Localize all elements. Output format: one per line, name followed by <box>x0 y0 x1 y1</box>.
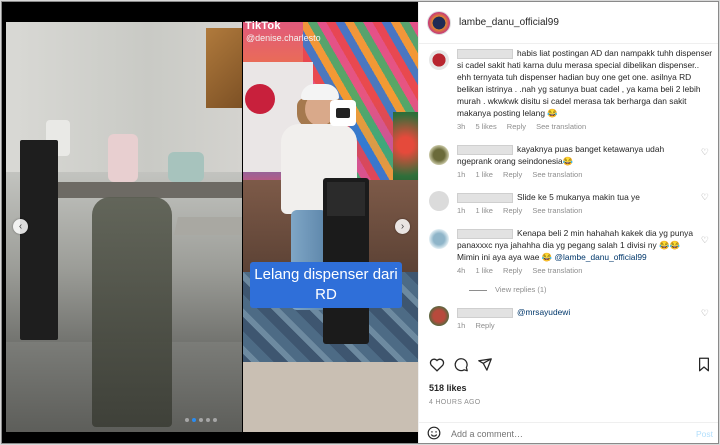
instagram-post-modal: TikTok @denise.charlesto Lelang dispense… <box>1 1 719 444</box>
comment-text: Slide ke 5 mukanya makin tua ye <box>517 192 640 202</box>
heart-icon[interactable]: ♡ <box>701 147 709 158</box>
avatar[interactable] <box>427 10 451 35</box>
comment-time: 4h <box>457 266 466 275</box>
reply-button[interactable]: Reply <box>507 122 526 131</box>
comment-likes[interactable]: 1 like <box>475 266 493 275</box>
comment-likes[interactable]: 1 like <box>475 170 493 179</box>
see-translation-button[interactable]: See translation <box>532 266 582 275</box>
carousel-prev-button[interactable]: ‹ <box>13 219 28 234</box>
add-comment-bar: Post <box>419 422 718 443</box>
commenter-username[interactable] <box>457 144 513 155</box>
commenter-avatar[interactable] <box>429 50 449 70</box>
see-translation-button[interactable]: See translation <box>536 122 586 131</box>
commenter-avatar[interactable] <box>429 229 449 249</box>
likes-count[interactable]: 518 likes <box>429 383 467 393</box>
kitchen-photo <box>6 22 242 432</box>
play-icon <box>330 100 356 126</box>
post-comment-button[interactable]: Post <box>696 429 713 439</box>
comment-icon[interactable] <box>453 357 469 376</box>
post-header: lambe_danu_official99 <box>419 2 718 44</box>
reply-button[interactable]: Reply <box>503 206 522 215</box>
commenter-avatar[interactable] <box>429 306 449 326</box>
carousel-dot <box>213 418 217 422</box>
see-translation-button[interactable]: See translation <box>532 206 582 215</box>
heart-icon[interactable] <box>429 357 445 376</box>
carousel-dot <box>199 418 203 422</box>
comment-item: ♡ Slide ke 5 mukanya makin tua ye 1h 1 l… <box>427 191 713 215</box>
comment-input[interactable] <box>451 429 696 439</box>
comment-text: habis liat postingan AD dan nampakk tuhh… <box>457 48 713 118</box>
comment-likes[interactable]: 1 like <box>475 206 493 215</box>
reply-button[interactable]: Reply <box>475 321 494 330</box>
comment-mention[interactable]: @mrsayudewi <box>517 307 570 317</box>
post-author-username[interactable]: lambe_danu_official99 <box>459 17 559 28</box>
heart-icon[interactable]: ♡ <box>701 192 709 203</box>
heart-icon[interactable]: ♡ <box>701 235 709 246</box>
comment-item: ♡ kayaknya puas banget ketawanya udah ng… <box>427 143 713 179</box>
carousel-dots <box>185 418 217 422</box>
commenter-username[interactable] <box>457 307 513 318</box>
comment-likes[interactable]: 5 likes <box>475 122 496 131</box>
carousel-dot <box>206 418 210 422</box>
tiktok-watermark: TikTok <box>245 20 281 32</box>
carousel-dot <box>185 418 189 422</box>
post-media[interactable]: TikTok @denise.charlesto Lelang dispense… <box>2 2 418 443</box>
view-replies-button[interactable]: View replies (1) <box>469 285 713 294</box>
dispenser-video-frame <box>243 22 418 432</box>
comment-time: 1h <box>457 206 466 215</box>
comment-time: 1h <box>457 170 466 179</box>
commenter-username[interactable] <box>457 228 513 239</box>
comment-item: ♡ @mrsayudewi 1h Reply <box>427 306 713 330</box>
see-translation-button[interactable]: See translation <box>532 170 582 179</box>
comment-item: ♡ Kenapa beli 2 min hahahah kakek dia yg… <box>427 227 713 275</box>
share-icon[interactable] <box>477 357 493 376</box>
heart-icon[interactable]: ♡ <box>701 308 709 319</box>
comment-item: habis liat postingan AD dan nampakk tuhh… <box>427 47 713 131</box>
commenter-username[interactable] <box>457 192 513 203</box>
carousel-dot <box>192 418 196 422</box>
comment-list[interactable]: habis liat postingan AD dan nampakk tuhh… <box>419 44 718 344</box>
comment-time: 3h <box>457 122 466 131</box>
tiktok-username: @denise.charlesto <box>246 33 321 43</box>
video-caption: Lelang dispenser dari RD <box>250 262 402 308</box>
comment-time: 1h <box>457 321 466 330</box>
post-timestamp: 4 HOURS AGO <box>429 399 481 406</box>
bookmark-icon[interactable] <box>697 357 711 376</box>
reply-button[interactable]: Reply <box>503 170 522 179</box>
commenter-avatar[interactable] <box>429 145 449 165</box>
post-panel: lambe_danu_official99 habis liat posting… <box>418 2 718 443</box>
reply-button[interactable]: Reply <box>503 266 522 275</box>
comment-mention[interactable]: @lambe_danu_official99 <box>554 252 646 262</box>
emoji-icon[interactable] <box>427 426 441 443</box>
commenter-username[interactable] <box>457 48 513 59</box>
commenter-avatar[interactable] <box>429 191 449 211</box>
action-bar <box>429 357 711 376</box>
carousel-next-button[interactable]: › <box>395 219 410 234</box>
